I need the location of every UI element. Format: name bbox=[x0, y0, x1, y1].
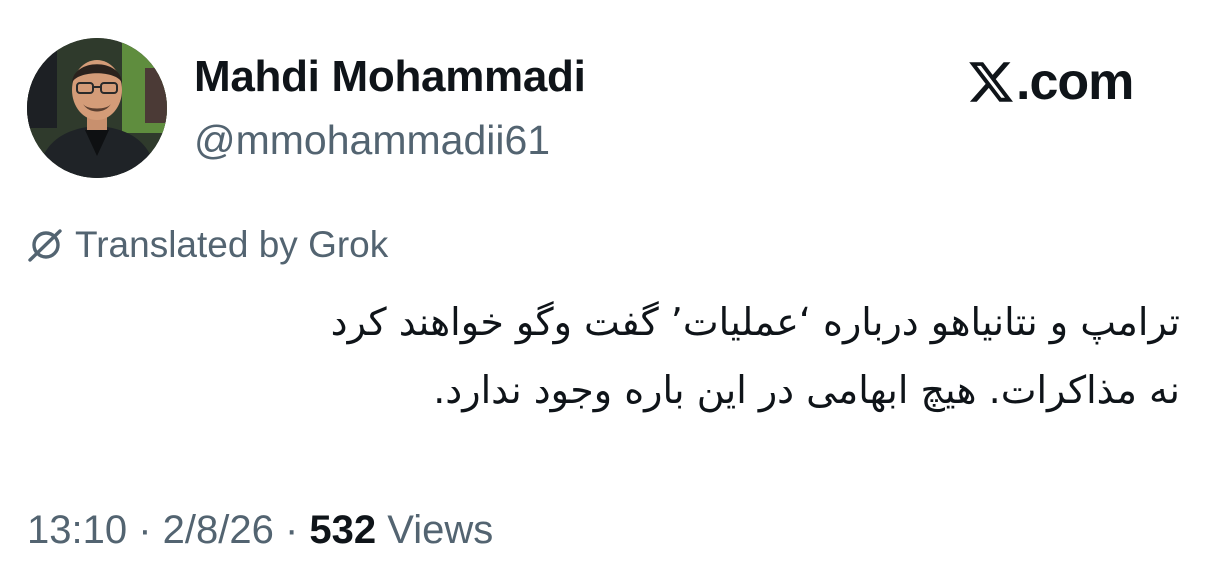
tweet-line-1: ترامپ و نتانیاهو درباره ‘عملیات’ گفت وگو… bbox=[330, 300, 1180, 344]
tweet-body: ترامپ و نتانیاهو درباره ‘عملیات’ گفت وگو… bbox=[60, 288, 1180, 424]
tweet-line-2: نه مذاکرات. هیچ ابهامی در این باره وجود … bbox=[433, 368, 1180, 412]
x-brand: .com bbox=[968, 52, 1134, 112]
meta-separator: · bbox=[127, 508, 163, 552]
avatar-image bbox=[27, 38, 167, 178]
tweet-date[interactable]: 2/8/26 bbox=[163, 508, 274, 552]
meta-separator: · bbox=[273, 508, 310, 552]
author-display-name[interactable]: Mahdi Mohammadi bbox=[194, 52, 586, 102]
tweet-time[interactable]: 13:10 bbox=[27, 508, 127, 552]
translation-notice: Translated by Grok bbox=[27, 222, 388, 268]
tweet-meta: 13:10 · 2/8/26 · 532 Views bbox=[27, 508, 493, 553]
translation-label: Translated by Grok bbox=[75, 224, 389, 265]
views-label: Views bbox=[376, 508, 494, 552]
brand-domain-text: .com bbox=[1016, 53, 1134, 111]
author-handle[interactable]: @mmohammadii61 bbox=[194, 117, 550, 164]
grok-icon bbox=[28, 229, 62, 262]
x-logo-icon bbox=[969, 62, 1013, 102]
tweet-card: Mahdi Mohammadi @mmohammadii61 .com Tran… bbox=[0, 0, 1206, 572]
avatar[interactable] bbox=[27, 38, 167, 178]
views-count: 532 bbox=[309, 508, 377, 552]
